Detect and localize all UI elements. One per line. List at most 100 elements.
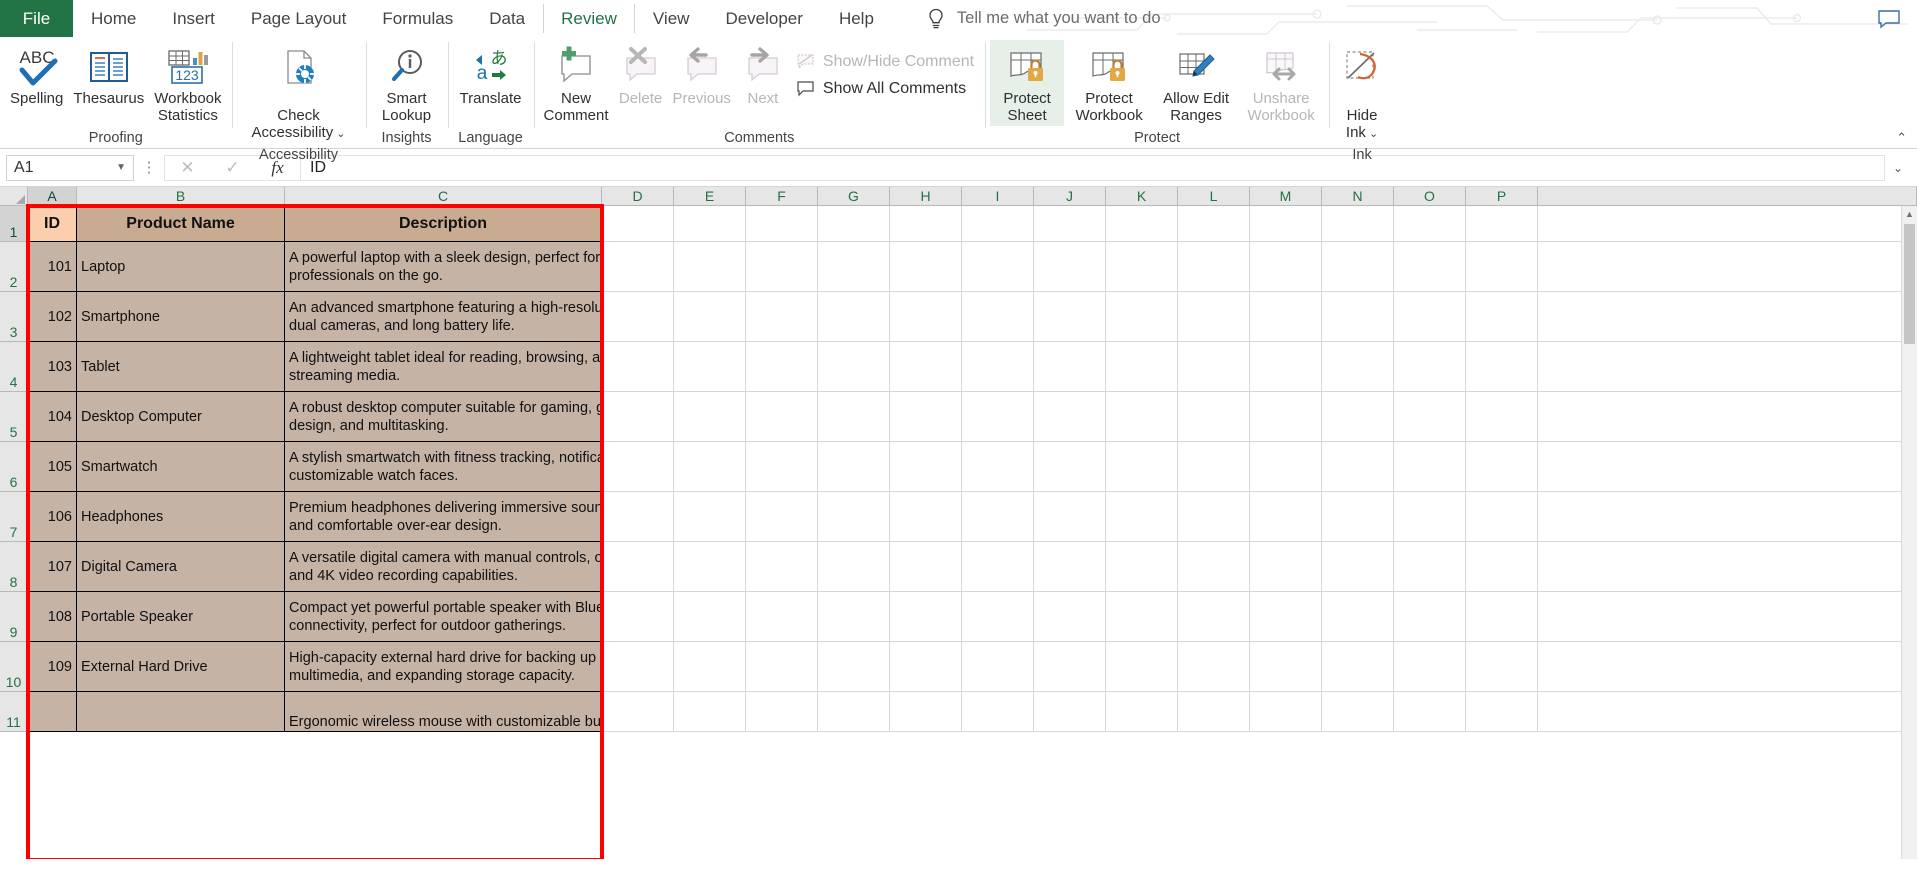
cell-D3[interactable] — [602, 292, 674, 342]
select-all-corner[interactable] — [0, 187, 28, 206]
row-header-9[interactable]: 9 — [0, 592, 28, 642]
cell-N6[interactable] — [1322, 442, 1394, 492]
cell-J2[interactable] — [1034, 242, 1106, 292]
cell-F4[interactable] — [746, 342, 818, 392]
unshare-workbook-button[interactable]: Unshare Workbook — [1238, 40, 1324, 126]
cell-M8[interactable] — [1250, 542, 1322, 592]
protect-sheet-button[interactable]: Protect Sheet — [990, 40, 1065, 126]
cell-J8[interactable] — [1034, 542, 1106, 592]
cell-P5[interactable] — [1466, 392, 1538, 442]
new-comment-button[interactable]: New Comment — [539, 40, 614, 126]
column-header-P[interactable]: P — [1466, 187, 1538, 206]
cell-F2[interactable] — [746, 242, 818, 292]
cell-J9[interactable] — [1034, 592, 1106, 642]
formula-input[interactable]: ID — [300, 154, 1885, 181]
column-header-K[interactable]: K — [1106, 187, 1178, 206]
cell-D6[interactable] — [602, 442, 674, 492]
cell-N10[interactable] — [1322, 642, 1394, 692]
column-header-O[interactable]: O — [1394, 187, 1466, 206]
cell-I7[interactable] — [962, 492, 1034, 542]
cell-M2[interactable] — [1250, 242, 1322, 292]
cell-H11[interactable] — [890, 692, 962, 732]
cell-C3[interactable]: An advanced smartphone featuring a high-… — [285, 292, 602, 342]
cell-C7[interactable]: Premium headphones delivering immersive … — [285, 492, 602, 542]
cell-A8[interactable]: 107 — [28, 542, 77, 592]
row-header-4[interactable]: 4 — [0, 342, 28, 392]
cell-H2[interactable] — [890, 242, 962, 292]
scrollbar-thumb[interactable] — [1904, 224, 1915, 344]
show-all-comments-button[interactable]: Show All Comments — [790, 75, 980, 102]
cell-A4[interactable]: 103 — [28, 342, 77, 392]
cell-O2[interactable] — [1394, 242, 1466, 292]
cell-B7[interactable]: Headphones — [77, 492, 285, 542]
cell-I11[interactable] — [962, 692, 1034, 732]
cell-D5[interactable] — [602, 392, 674, 442]
row-header-5[interactable]: 5 — [0, 392, 28, 442]
cell-extra-9[interactable] — [1538, 592, 1917, 642]
cell-G5[interactable] — [818, 392, 890, 442]
column-header-A[interactable]: A — [28, 187, 77, 206]
cell-C8[interactable]: A versatile digital camera with manual c… — [285, 542, 602, 592]
tab-file[interactable]: File — [0, 0, 73, 37]
cell-D7[interactable] — [602, 492, 674, 542]
cell-J4[interactable] — [1034, 342, 1106, 392]
cell-C9[interactable]: Compact yet powerful portable speaker wi… — [285, 592, 602, 642]
column-header-M[interactable]: M — [1250, 187, 1322, 206]
cell-D1[interactable] — [602, 206, 674, 242]
cell-F3[interactable] — [746, 292, 818, 342]
cell-N7[interactable] — [1322, 492, 1394, 542]
cell-A3[interactable]: 102 — [28, 292, 77, 342]
cell-M4[interactable] — [1250, 342, 1322, 392]
cell-E10[interactable] — [674, 642, 746, 692]
cell-O6[interactable] — [1394, 442, 1466, 492]
cell-B4[interactable]: Tablet — [77, 342, 285, 392]
cell-D10[interactable] — [602, 642, 674, 692]
cell-B8[interactable]: Digital Camera — [77, 542, 285, 592]
tab-review[interactable]: Review — [543, 0, 635, 37]
cell-L6[interactable] — [1178, 442, 1250, 492]
cell-H3[interactable] — [890, 292, 962, 342]
cell-M1[interactable] — [1250, 206, 1322, 242]
cell-extra-11[interactable] — [1538, 692, 1917, 732]
cell-N5[interactable] — [1322, 392, 1394, 442]
cell-I1[interactable] — [962, 206, 1034, 242]
cell-B3[interactable]: Smartphone — [77, 292, 285, 342]
cell-K6[interactable] — [1106, 442, 1178, 492]
cell-E5[interactable] — [674, 392, 746, 442]
cell-K1[interactable] — [1106, 206, 1178, 242]
tab-insert[interactable]: Insert — [154, 0, 233, 37]
allow-edit-ranges-button[interactable]: Allow Edit Ranges — [1154, 40, 1238, 126]
column-header-G[interactable]: G — [818, 187, 890, 206]
cell-I8[interactable] — [962, 542, 1034, 592]
cancel-icon[interactable]: ✕ — [165, 156, 210, 180]
cell-M6[interactable] — [1250, 442, 1322, 492]
cell-P4[interactable] — [1466, 342, 1538, 392]
cell-E1[interactable] — [674, 206, 746, 242]
cell-F1[interactable] — [746, 206, 818, 242]
cell-extra-3[interactable] — [1538, 292, 1917, 342]
cell-N1[interactable] — [1322, 206, 1394, 242]
cell-A1[interactable]: ID — [28, 206, 77, 242]
cell-D11[interactable] — [602, 692, 674, 732]
cell-K9[interactable] — [1106, 592, 1178, 642]
cell-N4[interactable] — [1322, 342, 1394, 392]
cell-O4[interactable] — [1394, 342, 1466, 392]
cell-G7[interactable] — [818, 492, 890, 542]
cell-L9[interactable] — [1178, 592, 1250, 642]
cell-K10[interactable] — [1106, 642, 1178, 692]
cell-N11[interactable] — [1322, 692, 1394, 732]
formula-bar-handle[interactable]: ⋮ — [134, 160, 164, 175]
tab-page-layout[interactable]: Page Layout — [233, 0, 364, 37]
cell-P11[interactable] — [1466, 692, 1538, 732]
cell-E6[interactable] — [674, 442, 746, 492]
tell-me-box[interactable]: Tell me what you want to do — [892, 0, 1161, 37]
thesaurus-button[interactable]: Thesaurus — [68, 40, 149, 109]
cell-L7[interactable] — [1178, 492, 1250, 542]
cell-K8[interactable] — [1106, 542, 1178, 592]
cell-L10[interactable] — [1178, 642, 1250, 692]
cell-J11[interactable] — [1034, 692, 1106, 732]
cell-B6[interactable]: Smartwatch — [77, 442, 285, 492]
cell-H8[interactable] — [890, 542, 962, 592]
cell-N2[interactable] — [1322, 242, 1394, 292]
cell-D2[interactable] — [602, 242, 674, 292]
